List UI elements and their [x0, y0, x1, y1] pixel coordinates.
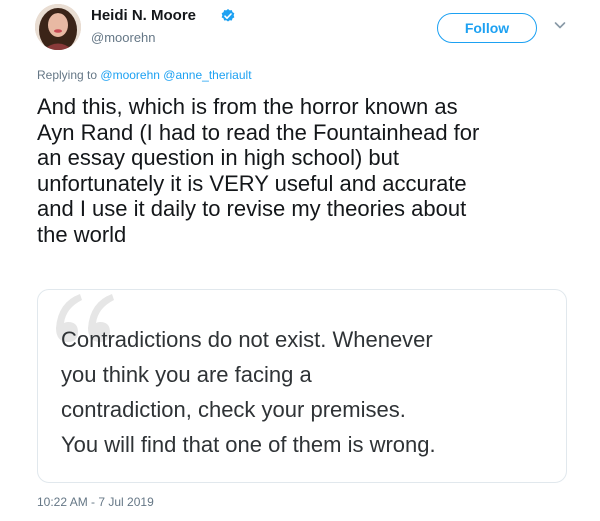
tweet-timestamp[interactable]: 10:22 AM - 7 Jul 2019 — [37, 495, 154, 509]
quote-text-line: you think you are facing a — [61, 362, 312, 387]
tweet-text-line: unfortunately it is VERY useful and accu… — [37, 170, 467, 196]
quote-image[interactable]: Contradictions do not exist. Whenever yo… — [37, 289, 567, 483]
author-handle[interactable]: @moorehn — [91, 30, 156, 45]
reply-mention-anne-theriault[interactable]: @anne_theriault — [163, 68, 251, 82]
tweet-text-line: and I use it daily to revise my theories… — [37, 196, 467, 221]
reply-context: Replying to @moorehn @anne_theriault — [37, 68, 252, 82]
chevron-down-icon[interactable] — [553, 18, 567, 32]
quote-text-line: contradiction, check your premises. — [61, 397, 406, 422]
reply-mention-moorehn[interactable]: @moorehn — [100, 68, 160, 82]
tweet-text: And this, which is from the horror known… — [37, 94, 587, 247]
tweet-text-line: an essay question in high school) but — [37, 145, 400, 170]
quote-text: Contradictions do not exist. Whenever yo… — [61, 322, 561, 462]
quote-text-line: Contradictions do not exist. Whenever — [61, 327, 433, 352]
avatar[interactable] — [35, 4, 81, 50]
reply-prefix: Replying to — [37, 68, 98, 82]
quote-text-line: You will find that one of them is wrong. — [61, 432, 436, 457]
tweet-text-line: Ayn Rand (I had to read the Fountainhead… — [37, 119, 480, 145]
verified-badge-icon — [221, 9, 235, 22]
tweet-text-line: the world — [37, 221, 127, 247]
follow-button[interactable]: Follow — [437, 13, 537, 43]
avatar-photo — [35, 4, 81, 50]
author-name[interactable]: Heidi N. Moore — [91, 7, 196, 24]
tweet-text-line: And this, which is from the horror known… — [37, 94, 458, 119]
tweet-card: Heidi N. Moore @moorehn Follow Replying … — [0, 0, 600, 521]
